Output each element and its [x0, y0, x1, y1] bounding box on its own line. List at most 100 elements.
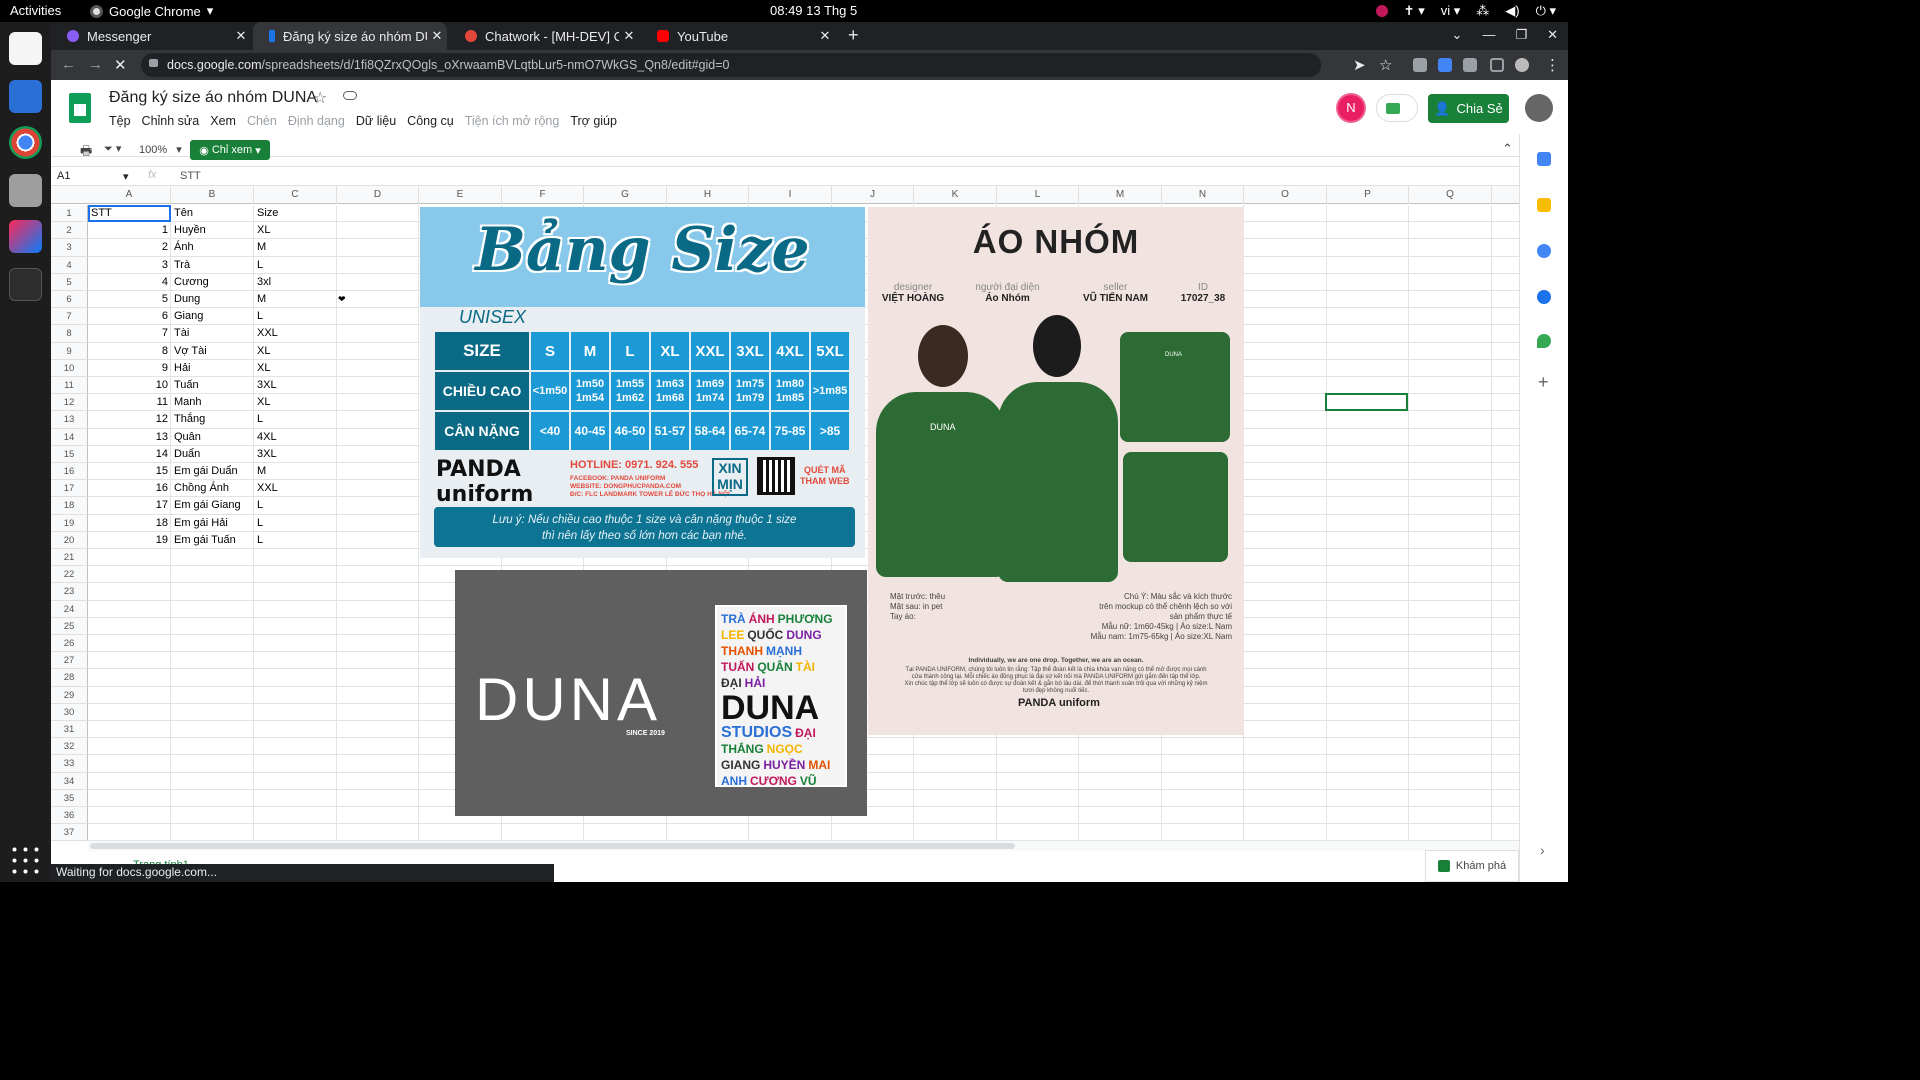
row-header[interactable]: 12 — [51, 394, 88, 412]
activities-button[interactable]: Activities — [10, 3, 61, 18]
files-icon[interactable] — [9, 174, 42, 207]
cell[interactable]: M — [257, 239, 266, 256]
send-icon[interactable]: ➤ — [1353, 56, 1366, 74]
column-header-Q[interactable]: Q — [1409, 186, 1492, 204]
row-header[interactable]: 11 — [51, 377, 88, 395]
address-bar[interactable]: docs.google.com/spreadsheets/d/1fi8QZrxQ… — [141, 53, 1321, 77]
cell[interactable]: 3xl — [257, 274, 271, 291]
meet-button[interactable] — [1376, 94, 1418, 122]
cell[interactable]: XL — [257, 222, 270, 239]
cell[interactable]: 13 — [88, 429, 168, 446]
size-chart-image[interactable]: Bảng Size UNISEX SIZE S M L XL XXL 3XL 4XL 5XL C… — [420, 207, 865, 558]
column-header-O[interactable]: O — [1244, 186, 1327, 204]
ao-nhom-mockup-image[interactable]: ÁO NHÓM designer VIỆT HOÀNG người đại diệ… — [868, 207, 1244, 735]
cell[interactable]: Chồng Ánh — [174, 480, 229, 497]
tab-youtube[interactable]: YouTube ✕ — [641, 22, 835, 50]
row-header[interactable]: 16 — [51, 463, 88, 481]
lock-icon[interactable] — [149, 59, 158, 67]
cell[interactable]: 9 — [88, 360, 168, 377]
back-icon[interactable]: ← — [61, 56, 76, 73]
account-avatar[interactable] — [1525, 94, 1553, 122]
keep-icon[interactable] — [1537, 198, 1551, 212]
cell[interactable]: Cương — [174, 274, 209, 291]
maps-icon[interactable] — [1537, 334, 1551, 348]
column-header-A[interactable]: A — [88, 186, 171, 204]
cell[interactable]: Em gái Giang — [174, 497, 241, 514]
cell[interactable]: 14 — [88, 446, 168, 463]
row-header[interactable]: 2 — [51, 222, 88, 240]
row-header[interactable]: 14 — [51, 428, 88, 446]
cell[interactable]: 4 — [88, 274, 168, 291]
collapse-icon[interactable]: ⌃ — [1502, 141, 1513, 157]
tab-search-icon[interactable]: ⌄ — [1452, 27, 1463, 43]
cell[interactable]: M — [257, 291, 266, 308]
column-header-I[interactable]: I — [749, 186, 832, 204]
row-header[interactable]: 17 — [51, 480, 88, 498]
cell[interactable]: XXL — [257, 480, 278, 497]
cell[interactable]: M — [257, 463, 266, 480]
text-editor-icon[interactable] — [9, 32, 42, 65]
column-header-P[interactable]: P — [1327, 186, 1409, 204]
row-header[interactable]: 15 — [51, 445, 88, 463]
cell[interactable]: XL — [257, 394, 270, 411]
row-header[interactable]: 36 — [51, 807, 88, 825]
close-icon[interactable]: ✕ — [231, 28, 251, 44]
row-header[interactable]: 5 — [51, 273, 88, 291]
cell[interactable]: 17 — [88, 497, 168, 514]
column-header-L[interactable]: L — [997, 186, 1079, 204]
cell[interactable]: Em gái Tuấn — [174, 532, 236, 549]
explore-button[interactable]: Khám phá — [1425, 850, 1519, 882]
cell[interactable]: XL — [257, 343, 270, 360]
duna-logo-image[interactable]: DUNA SINCE 2019 TRÀ ÁNH PHƯƠNGLEE QUỐC DUNGT… — [455, 570, 867, 816]
menu-edit[interactable]: Chỉnh sửa — [142, 114, 200, 128]
stop-icon[interactable]: ✕ — [114, 56, 127, 74]
row-header[interactable]: 13 — [51, 411, 88, 429]
terminal-icon[interactable] — [9, 268, 42, 301]
reader-icon[interactable] — [1490, 58, 1504, 72]
share-button[interactable]: 👤 Chia Sẻ — [1428, 94, 1509, 123]
cell[interactable]: Quân — [174, 429, 201, 446]
minimize-icon[interactable]: — — [1482, 27, 1495, 43]
row-header[interactable]: 32 — [51, 738, 88, 756]
cell[interactable]: L — [257, 532, 263, 549]
cell[interactable]: Tài — [174, 325, 189, 342]
close-icon[interactable]: ✕ — [427, 28, 447, 44]
column-header-M[interactable]: M — [1079, 186, 1162, 204]
cell[interactable]: L — [257, 497, 263, 514]
menu-file[interactable]: Tệp — [109, 114, 131, 128]
tab-sheet[interactable]: Đăng ký size áo nhóm DU ✕ — [253, 22, 447, 50]
column-header-B[interactable]: B — [171, 186, 254, 204]
maximize-icon[interactable]: ❐ — [1515, 27, 1527, 43]
cell[interactable]: Dung — [174, 291, 200, 308]
cell[interactable]: Ánh — [174, 239, 194, 256]
cell[interactable]: L — [257, 308, 263, 325]
cell[interactable]: 8 — [88, 343, 168, 360]
row-header[interactable]: 4 — [51, 256, 88, 274]
cell[interactable]: 18 — [88, 515, 168, 532]
row-header[interactable]: 28 — [51, 669, 88, 687]
column-header-F[interactable]: F — [502, 186, 584, 204]
chrome-dock-icon[interactable] — [9, 126, 42, 159]
system-tray[interactable]: ✝ ▾ vi ▾ ⁂ ◀) ⏻ ▾ — [1375, 3, 1556, 19]
column-header-H[interactable]: H — [667, 186, 749, 204]
cell[interactable]: Size — [257, 205, 278, 222]
menu-extensions[interactable]: Tiện ích mở rộng — [465, 114, 560, 128]
column-header-K[interactable]: K — [914, 186, 997, 204]
column-header-C[interactable]: C — [254, 186, 337, 204]
row-header[interactable]: 18 — [51, 497, 88, 515]
row-header[interactable]: 29 — [51, 686, 88, 704]
row-header[interactable]: 7 — [51, 308, 88, 326]
cell[interactable]: 4XL — [257, 429, 277, 446]
column-header-D[interactable]: D — [337, 186, 419, 204]
volume-icon[interactable]: ◀) — [1505, 3, 1519, 19]
cell[interactable]: Tuấn — [174, 377, 199, 394]
cell[interactable]: 3XL — [257, 377, 277, 394]
zoom-select[interactable]: 100% ▾ — [139, 143, 182, 156]
cell[interactable]: Em gái Duẩn — [174, 463, 238, 480]
cell[interactable]: Tên — [174, 205, 193, 222]
cell[interactable]: 11 — [88, 394, 168, 411]
row-header[interactable]: 3 — [51, 239, 88, 257]
cell[interactable]: Em gái Hải — [174, 515, 228, 532]
calendar-icon[interactable] — [1537, 152, 1551, 166]
horizontal-scrollbar[interactable] — [88, 841, 1519, 851]
